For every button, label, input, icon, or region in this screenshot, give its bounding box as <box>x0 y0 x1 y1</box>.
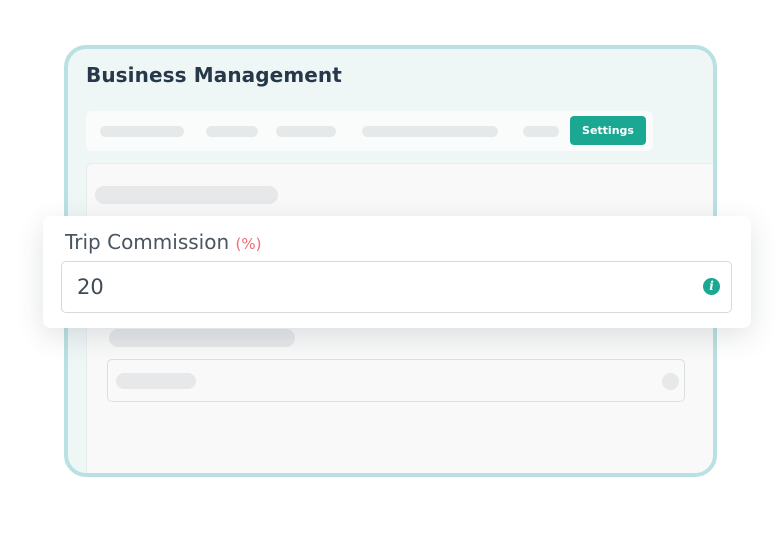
tab-placeholder-3[interactable] <box>276 126 336 137</box>
trip-commission-field-card: Trip Commission (%) i <box>43 216 751 328</box>
trip-commission-input[interactable] <box>61 261 732 313</box>
info-icon[interactable]: i <box>703 278 720 295</box>
field-value-placeholder <box>116 373 196 389</box>
field-label-placeholder <box>109 329 295 347</box>
tab-placeholder-5[interactable] <box>523 126 559 137</box>
percent-unit: (%) <box>235 235 262 253</box>
tab-bar: Settings <box>86 111 653 151</box>
section-heading-placeholder <box>95 186 278 204</box>
tab-placeholder-2[interactable] <box>206 126 258 137</box>
tab-placeholder-1[interactable] <box>100 126 184 137</box>
tab-settings[interactable]: Settings <box>570 116 646 145</box>
stage: Business Management Settings Trip Commis… <box>0 0 781 540</box>
tab-placeholder-4[interactable] <box>362 126 498 137</box>
trip-commission-label: Trip Commission (%) <box>65 230 261 254</box>
page-title: Business Management <box>86 63 342 87</box>
field-input-placeholder[interactable] <box>107 359 685 402</box>
trip-commission-label-text: Trip Commission <box>65 230 230 254</box>
field-icon-placeholder <box>662 373 679 390</box>
